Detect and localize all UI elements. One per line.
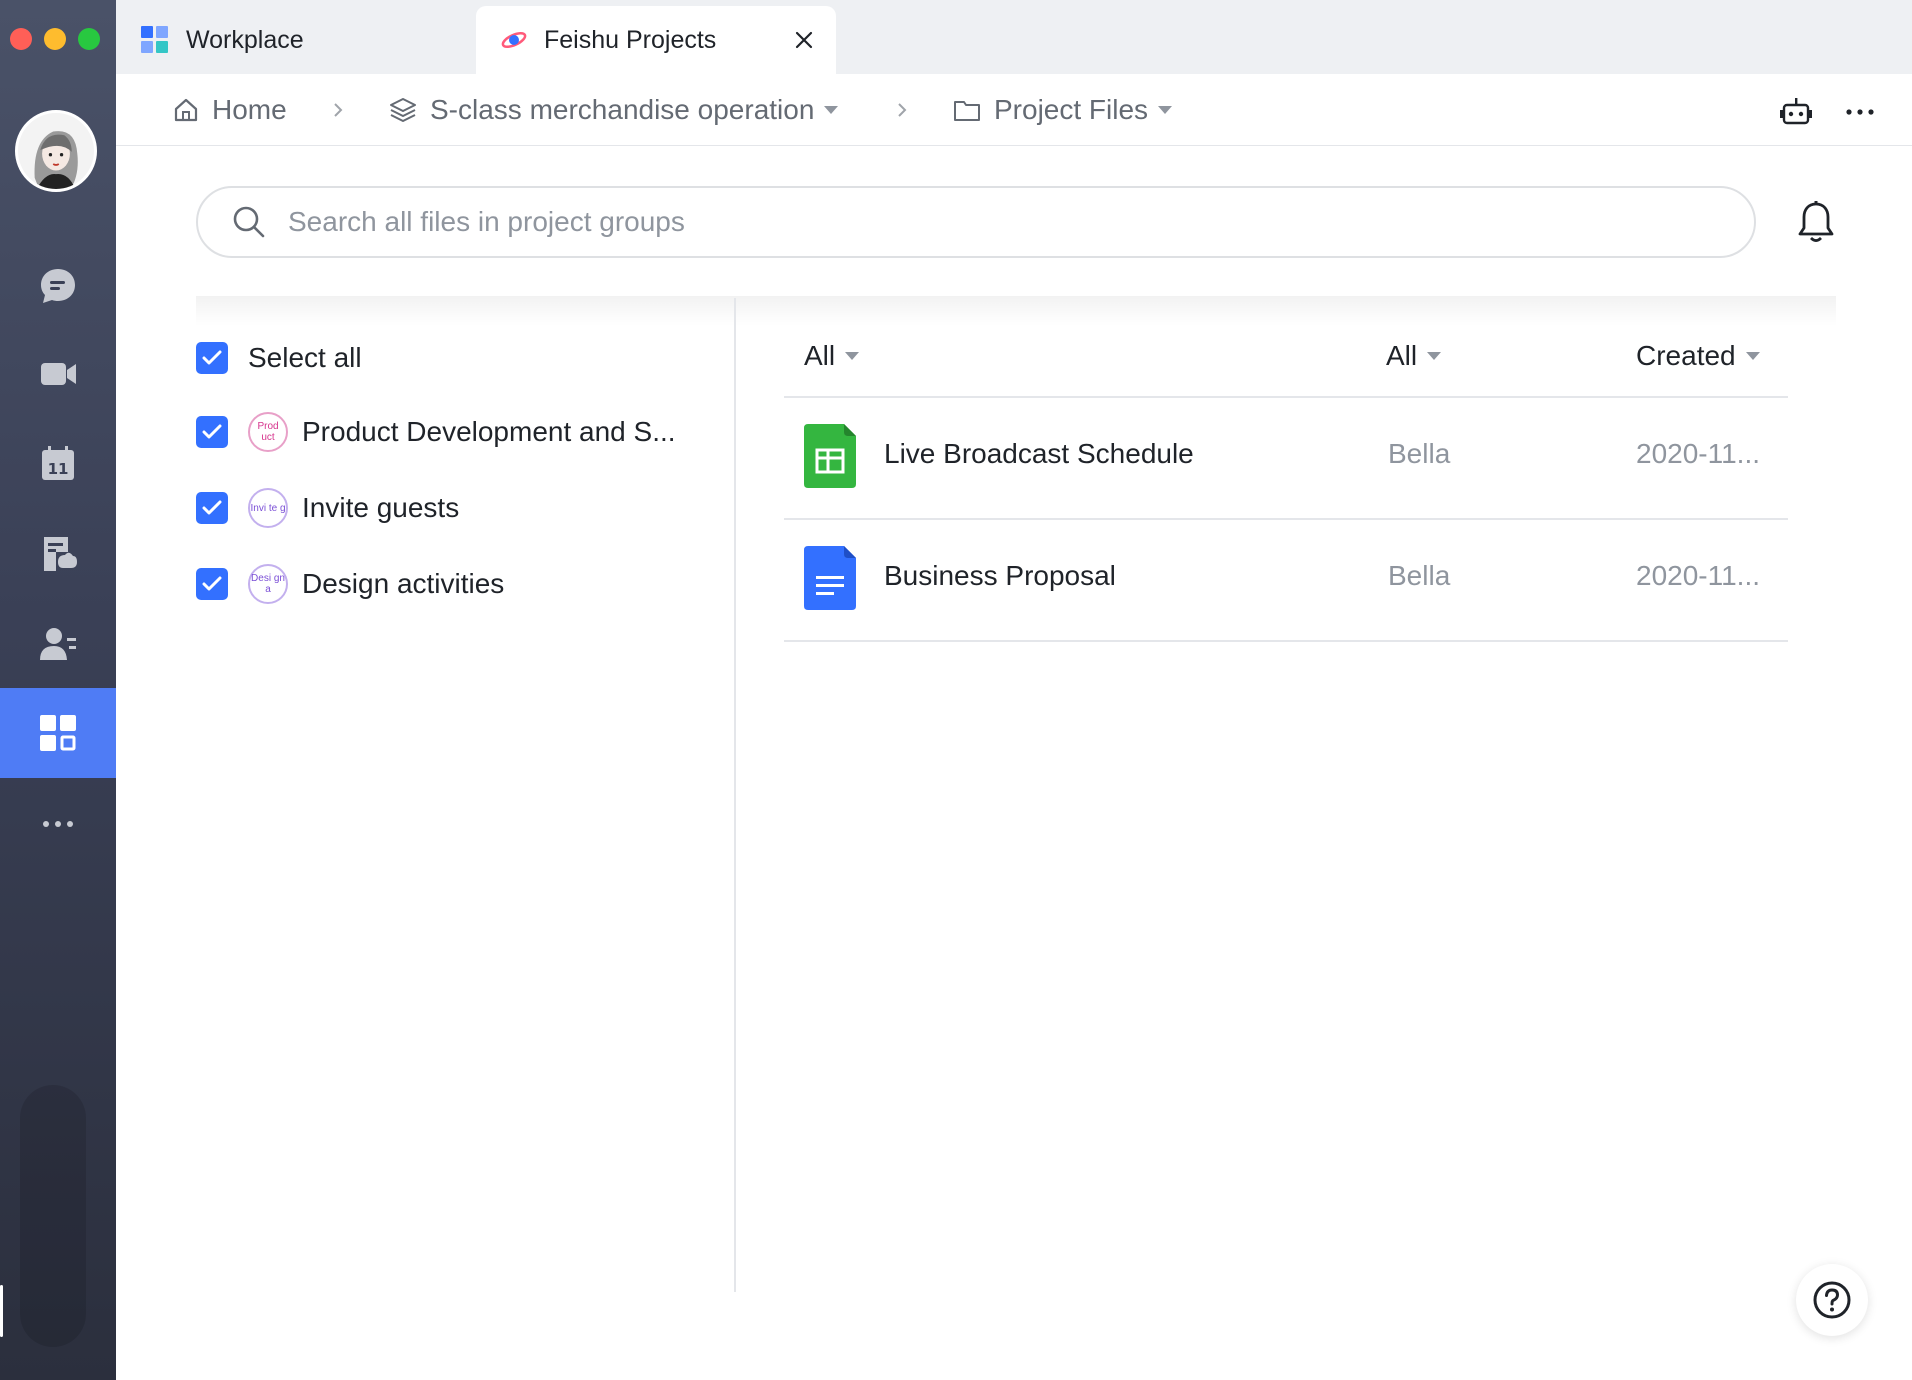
breadcrumb-project-label: S-class merchandise operation — [430, 94, 815, 125]
tab-workplace[interactable]: Workplace — [140, 6, 480, 74]
group-label: Product Development and S... — [302, 416, 676, 447]
row-divider — [784, 640, 1788, 642]
group-avatar: Desi gn a — [248, 564, 288, 604]
docs-icon[interactable] — [0, 514, 116, 594]
doc-file-icon — [804, 546, 856, 610]
filter-group-design-activities[interactable]: Desi gn a Design activities — [196, 564, 504, 604]
search-bar[interactable] — [196, 186, 1756, 258]
owner-filter-label: All — [1386, 340, 1418, 371]
window-close-button[interactable] — [10, 28, 32, 50]
breadcrumb: Home S-class merchandise operation Proje… — [116, 74, 1912, 146]
bot-icon[interactable] — [1776, 92, 1816, 132]
filter-group-invite-guests[interactable]: Invi te g Invite guests — [196, 488, 459, 528]
type-filter-dropdown[interactable]: All — [804, 336, 860, 376]
search-input[interactable] — [288, 206, 1688, 238]
help-button[interactable] — [1796, 1264, 1868, 1336]
type-filter-label: All — [804, 340, 836, 371]
content-shadow — [196, 296, 1836, 326]
checkbox-checked[interactable] — [196, 568, 228, 600]
tab-bar: Workplace Feishu Projects — [116, 0, 1912, 74]
file-owner: Bella — [1388, 560, 1451, 591]
workplace-icon[interactable] — [0, 688, 116, 778]
breadcrumb-home[interactable]: Home — [172, 74, 287, 146]
folder-icon — [954, 101, 980, 121]
chevron-down-icon — [1745, 352, 1760, 360]
chevron-down-icon — [1427, 352, 1442, 360]
filter-group-product-development[interactable]: Prod uct Product Development and S... — [196, 412, 676, 452]
breadcrumb-home-label: Home — [212, 94, 287, 125]
breadcrumb-project[interactable]: S-class merchandise operation — [388, 74, 839, 146]
chevron-down-icon — [1158, 106, 1173, 114]
chat-icon[interactable] — [0, 246, 116, 326]
more-options-icon[interactable] — [1840, 92, 1880, 132]
chevron-right-icon — [334, 103, 343, 117]
sheet-file-icon — [804, 424, 856, 488]
select-all-checkbox[interactable]: Select all — [196, 338, 362, 378]
calendar-icon[interactable]: 11 — [0, 424, 116, 504]
breadcrumb-folder[interactable]: Project Files — [952, 74, 1173, 146]
home-icon — [174, 98, 198, 122]
panel-divider — [734, 298, 736, 1292]
user-avatar[interactable] — [15, 110, 97, 192]
chevron-down-icon — [824, 106, 839, 114]
chevron-down-icon — [845, 352, 860, 360]
chevron-right-icon — [898, 103, 907, 117]
svg-text:11: 11 — [48, 460, 69, 478]
file-name[interactable]: Live Broadcast Schedule — [884, 438, 1194, 470]
breadcrumb-folder-label: Project Files — [994, 94, 1149, 125]
layers-icon — [390, 98, 416, 122]
owner-filter-dropdown[interactable]: All — [1386, 336, 1442, 376]
contacts-icon[interactable] — [0, 604, 116, 684]
workplace-grid-icon — [141, 26, 168, 53]
checkbox-checked[interactable] — [196, 342, 228, 374]
checkbox-checked[interactable] — [196, 416, 228, 448]
close-tab-icon[interactable] — [790, 26, 818, 54]
window-minimize-button[interactable] — [44, 28, 66, 50]
notification-bell-icon[interactable] — [1792, 198, 1840, 246]
file-owner: Bella — [1388, 438, 1451, 469]
rail-shortcuts-area — [20, 1085, 86, 1347]
select-all-label: Select all — [248, 342, 362, 373]
search-icon — [233, 206, 265, 238]
table-row[interactable]: Live Broadcast Schedule Bella 2020-11... — [784, 398, 1788, 518]
sort-label: Created — [1636, 340, 1736, 371]
help-icon — [1813, 1281, 1851, 1319]
file-created-date: 2020-11... — [1636, 560, 1761, 591]
left-rail: 11 — [0, 0, 116, 1380]
table-row[interactable]: Business Proposal Bella 2020-11... — [784, 520, 1788, 640]
file-created-date: 2020-11... — [1636, 438, 1761, 469]
video-meeting-icon[interactable] — [0, 334, 116, 414]
group-label: Invite guests — [302, 492, 460, 523]
tab-feishu-projects-label: Feishu Projects — [544, 25, 717, 54]
group-avatar: Invi te g — [248, 488, 288, 528]
sort-dropdown[interactable]: Created — [1636, 336, 1760, 376]
checkbox-checked[interactable] — [196, 492, 228, 524]
tab-workplace-label: Workplace — [186, 25, 304, 54]
group-label: Design activities — [302, 568, 505, 599]
window-maximize-button[interactable] — [78, 28, 100, 50]
rail-resize-handle[interactable] — [0, 1285, 3, 1337]
more-apps-icon[interactable] — [0, 784, 116, 864]
tab-feishu-projects[interactable]: Feishu Projects — [476, 6, 836, 74]
feishu-projects-logo-icon — [501, 31, 527, 49]
group-avatar: Prod uct — [248, 412, 288, 452]
file-name[interactable]: Business Proposal — [884, 560, 1116, 592]
